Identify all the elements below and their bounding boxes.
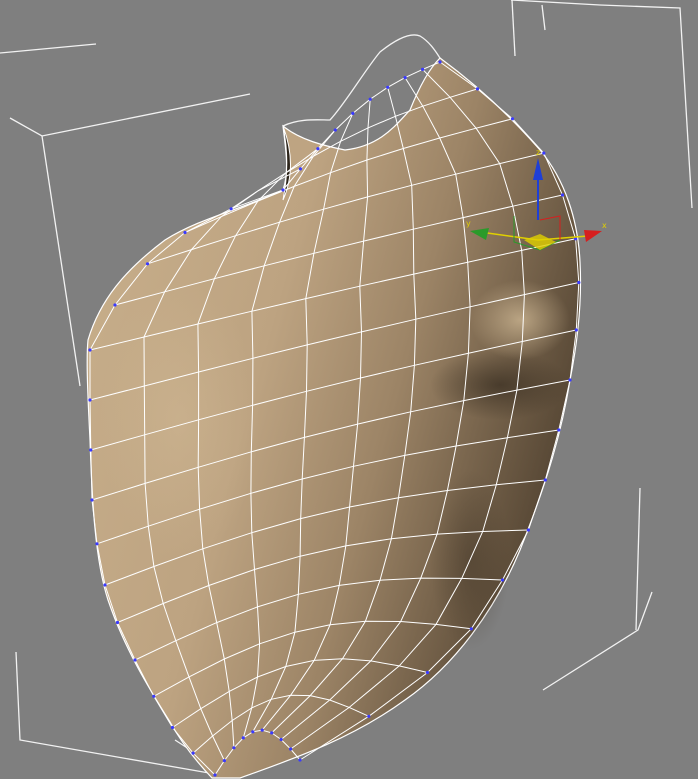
- mesh-vertex: [438, 60, 442, 64]
- mesh-vertex: [577, 280, 581, 285]
- mesh-vertex: [229, 207, 233, 211]
- 3d-viewport[interactable]: z x y: [0, 0, 698, 779]
- mesh-vertex: [500, 578, 505, 582]
- mesh-vertex: [557, 428, 561, 432]
- torso-mesh[interactable]: [86, 57, 582, 779]
- mesh-vertex: [568, 378, 572, 382]
- mesh-vertex: [115, 620, 120, 625]
- mesh-vertex: [88, 398, 92, 402]
- mesh-vertex: [542, 151, 546, 155]
- mesh-vertex: [222, 759, 226, 763]
- mesh-vertex: [368, 97, 372, 101]
- mesh-vertex: [170, 725, 175, 730]
- side-highlight: [100, 280, 260, 560]
- mesh-vertex: [95, 542, 99, 546]
- chest-highlight: [470, 280, 570, 360]
- mesh-vertex: [526, 528, 531, 532]
- mesh-vertex: [103, 583, 107, 587]
- mesh-vertex: [574, 328, 578, 332]
- mesh-vertex: [425, 670, 430, 675]
- mesh-vertex: [510, 117, 515, 121]
- mesh-vertex: [88, 348, 92, 352]
- mesh-vertex: [403, 76, 407, 80]
- mesh-vertex: [475, 87, 480, 91]
- mesh-vertex: [251, 730, 255, 734]
- mesh-vertex: [260, 728, 264, 732]
- mesh-vertex: [289, 747, 293, 751]
- chest-shadow: [430, 350, 570, 420]
- mesh-vertex: [298, 758, 302, 762]
- mesh-vertex: [560, 193, 565, 197]
- viewport-canvas[interactable]: z x y: [0, 0, 698, 779]
- mesh-vertex: [183, 230, 187, 235]
- mesh-vertex: [316, 147, 320, 151]
- mesh-vertex: [113, 303, 117, 307]
- gizmo-y-label: y: [466, 219, 471, 228]
- mesh-vertex: [213, 773, 217, 777]
- gizmo-z-label: z: [536, 148, 540, 157]
- mesh-vertex: [279, 737, 283, 742]
- mesh-vertex: [351, 111, 355, 115]
- mesh-vertex: [421, 67, 425, 71]
- mesh-vertex: [133, 658, 137, 662]
- mesh-vertex: [333, 128, 337, 132]
- mesh-vertex: [281, 188, 285, 192]
- mesh-vertex: [145, 262, 150, 266]
- mesh-vertex: [367, 714, 371, 718]
- mesh-vertex: [89, 448, 93, 452]
- mesh-vertex: [152, 694, 156, 698]
- gizmo-x-arrow-icon[interactable]: [584, 230, 602, 242]
- mesh-vertex: [543, 478, 547, 482]
- mesh-vertex: [469, 627, 473, 631]
- mesh-vertex: [298, 167, 302, 171]
- mesh-vertex: [90, 498, 94, 502]
- mesh-vertex: [191, 751, 195, 755]
- mesh-vertex: [386, 85, 390, 89]
- mesh-vertex: [232, 746, 236, 750]
- gizmo-x-label: x: [602, 221, 607, 230]
- mesh-vertex: [270, 731, 274, 735]
- mesh-vertex: [241, 736, 245, 740]
